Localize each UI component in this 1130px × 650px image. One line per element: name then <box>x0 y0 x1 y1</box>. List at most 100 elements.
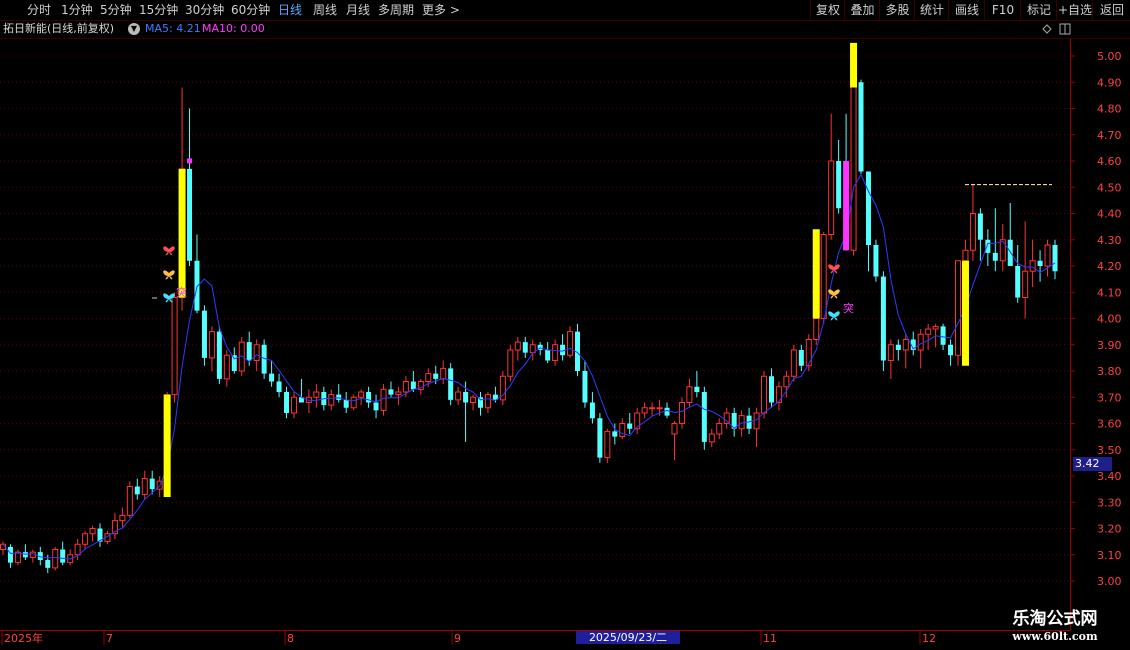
candle-body-up <box>126 486 133 516</box>
candle-body-up <box>887 344 894 361</box>
kline-chart[interactable]: 5.00 4.90 4.80 4.70 4.60 4.50 4.40 4.30 4.20 4.10… <box>0 0 1130 650</box>
candle-body-up <box>1029 260 1036 272</box>
date-tick-label: 2025年 <box>4 631 43 645</box>
candle-body-down <box>201 310 207 358</box>
candle-body-up <box>253 344 260 361</box>
candle-body-down <box>463 392 469 403</box>
price-tick-label: 4.80 <box>1097 103 1122 116</box>
candle-body-up <box>783 375 790 388</box>
butterfly-cyan-icon <box>828 311 840 321</box>
candle-body-up <box>962 249 969 262</box>
candle-body-down <box>45 560 51 568</box>
candle-body-down <box>694 386 700 392</box>
candle-body-down <box>582 371 588 403</box>
candle-body-up <box>619 423 626 438</box>
watermark-title: 乐淘公式网 <box>1012 609 1098 629</box>
current-price-tag: 3.42 <box>1073 457 1112 471</box>
price-tick-label: 4.20 <box>1097 260 1122 273</box>
candle-body-down <box>134 486 140 495</box>
price-tick-label: 3.10 <box>1097 549 1122 562</box>
butterfly-orange-icon <box>828 289 840 299</box>
magenta-signal-bar <box>843 161 850 251</box>
candle-body-up <box>604 430 611 459</box>
candle-body-up <box>828 160 835 235</box>
candle-body-up <box>328 394 335 406</box>
candle-body-up <box>820 234 827 319</box>
butterfly-orange-icon <box>163 270 175 280</box>
candle-body-up <box>641 407 648 414</box>
candle-body-down <box>992 252 998 261</box>
candle-body-down <box>216 331 222 379</box>
candle-body-down <box>60 549 66 563</box>
candle-body-down <box>627 423 633 429</box>
candle-body-up <box>753 412 760 430</box>
date-tick-label: 11 <box>763 632 777 645</box>
price-tick-label: 4.60 <box>1097 155 1122 168</box>
candle-body-down <box>545 350 551 361</box>
date-tick-label: 12 <box>922 632 936 645</box>
breakout-label: 突 <box>843 301 854 315</box>
candle-body-up <box>738 415 745 430</box>
candle-body-down <box>366 392 372 403</box>
price-tick-label: 3.20 <box>1097 523 1122 536</box>
candle-body-down <box>597 418 603 458</box>
yellow-signal-bar <box>812 229 820 319</box>
candle-body-down <box>940 326 946 345</box>
candle-body-down <box>478 397 484 408</box>
price-tick-label: 4.40 <box>1097 208 1122 221</box>
price-tick-label: 4.30 <box>1097 234 1122 247</box>
candle-body-down <box>985 239 991 253</box>
candle-body-down <box>1015 266 1021 298</box>
yellow-signal-bar <box>178 168 186 298</box>
candle-body-up <box>955 260 962 356</box>
candle-body-up <box>925 328 932 335</box>
candle-body-up <box>89 528 96 535</box>
candle-body-up <box>708 433 715 443</box>
candle-body-up <box>567 331 574 356</box>
candle-body-down <box>522 342 528 353</box>
candle-body-up <box>850 81 857 251</box>
candle-body-up <box>223 354 230 380</box>
candle-body-down <box>269 373 275 382</box>
candle-body-up <box>656 407 663 410</box>
candle-body-up <box>358 391 365 398</box>
candle-body-up <box>171 297 178 396</box>
candle-body-down <box>895 344 901 350</box>
candle-body-up <box>313 391 320 398</box>
candle-body-down <box>873 245 879 277</box>
candle-body-up <box>775 386 782 403</box>
candle-body-up <box>678 402 685 424</box>
candle-body-up <box>649 407 656 410</box>
candle-body-up <box>82 533 89 545</box>
candle-body-up <box>969 213 976 251</box>
price-tick-label: 4.70 <box>1097 129 1122 142</box>
candle-body-down <box>433 373 439 379</box>
candle-body-up <box>805 339 812 367</box>
candle-body-down <box>22 552 28 558</box>
price-tick-label: 3.30 <box>1097 496 1122 509</box>
candle-body-down <box>231 355 237 371</box>
watermark: 乐淘公式网 www.60lt.com <box>990 608 1120 644</box>
candle-body-down <box>246 342 252 361</box>
price-tick-label: 4.00 <box>1097 313 1122 326</box>
candle-body-down <box>373 402 379 411</box>
price-tick-label: 3.00 <box>1097 575 1122 588</box>
candle-body-down <box>865 171 871 245</box>
price-tick-label: 4.90 <box>1097 76 1122 89</box>
price-tick-label: 3.90 <box>1097 339 1122 352</box>
candle-body-down <box>194 260 200 311</box>
candle-body-up <box>395 391 402 396</box>
candle-body-down <box>448 368 454 400</box>
candle-body-up <box>290 396 297 414</box>
candle-body-down <box>388 389 394 395</box>
candle-body-down <box>1052 245 1058 272</box>
yellow-signal-bar <box>163 394 171 497</box>
candle-body-up <box>716 423 723 435</box>
ma-line <box>2 173 1056 560</box>
price-tick-label: 4.50 <box>1097 181 1122 194</box>
candle-body-down <box>858 82 864 172</box>
candle-body-down <box>410 381 416 390</box>
candle-body-down <box>977 213 983 240</box>
candle-body-down <box>276 381 282 392</box>
candle-body-up <box>902 339 909 351</box>
